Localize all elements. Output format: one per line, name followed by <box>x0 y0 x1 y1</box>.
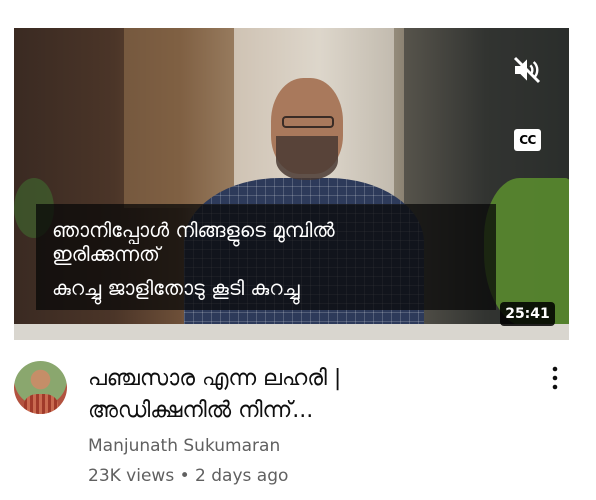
caption-line-3: കുറച്ചു ജാളിതോടു കൂടി കുറച്ചു <box>52 276 300 300</box>
meta-separator: • <box>179 466 190 486</box>
view-count: 23K views <box>88 466 175 486</box>
video-title-line-2: അഡിക്ഷനിൽ നിന്ന്... <box>88 398 314 423</box>
upload-age: 2 days ago <box>195 466 289 486</box>
channel-avatar[interactable] <box>14 361 67 414</box>
speaker-muted-icon[interactable] <box>511 54 543 86</box>
duration-badge: 25:41 <box>500 302 555 326</box>
channel-name[interactable]: Manjunath Sukumaran <box>88 436 280 456</box>
more-options-icon[interactable] <box>548 366 562 390</box>
video-title-line-1: പഞ്ചസാര എന്ന ലഹരി | <box>88 366 342 391</box>
avatar-shirt <box>24 394 58 414</box>
caption-line-2: ഇരിക്കുന്നത് <box>52 242 160 266</box>
glasses <box>282 116 334 128</box>
beard <box>276 136 338 180</box>
caption-line-1: ഞാനിപ്പോൾ നിങ്ങളുടെ മുമ്പിൽ <box>52 218 335 242</box>
closed-captions-button[interactable]: CC <box>514 129 541 151</box>
table-edge <box>14 324 569 340</box>
video-thumbnail[interactable]: ഞാനിപ്പോൾ നിങ്ങളുടെ മുമ്പിൽ ഇരിക്കുന്നത്… <box>14 28 569 340</box>
video-meta: 23K views • 2 days ago <box>88 466 288 486</box>
video-title[interactable]: പഞ്ചസാര എന്ന ലഹരി | അഡിക്ഷനിൽ നിന്ന്... <box>88 363 518 427</box>
